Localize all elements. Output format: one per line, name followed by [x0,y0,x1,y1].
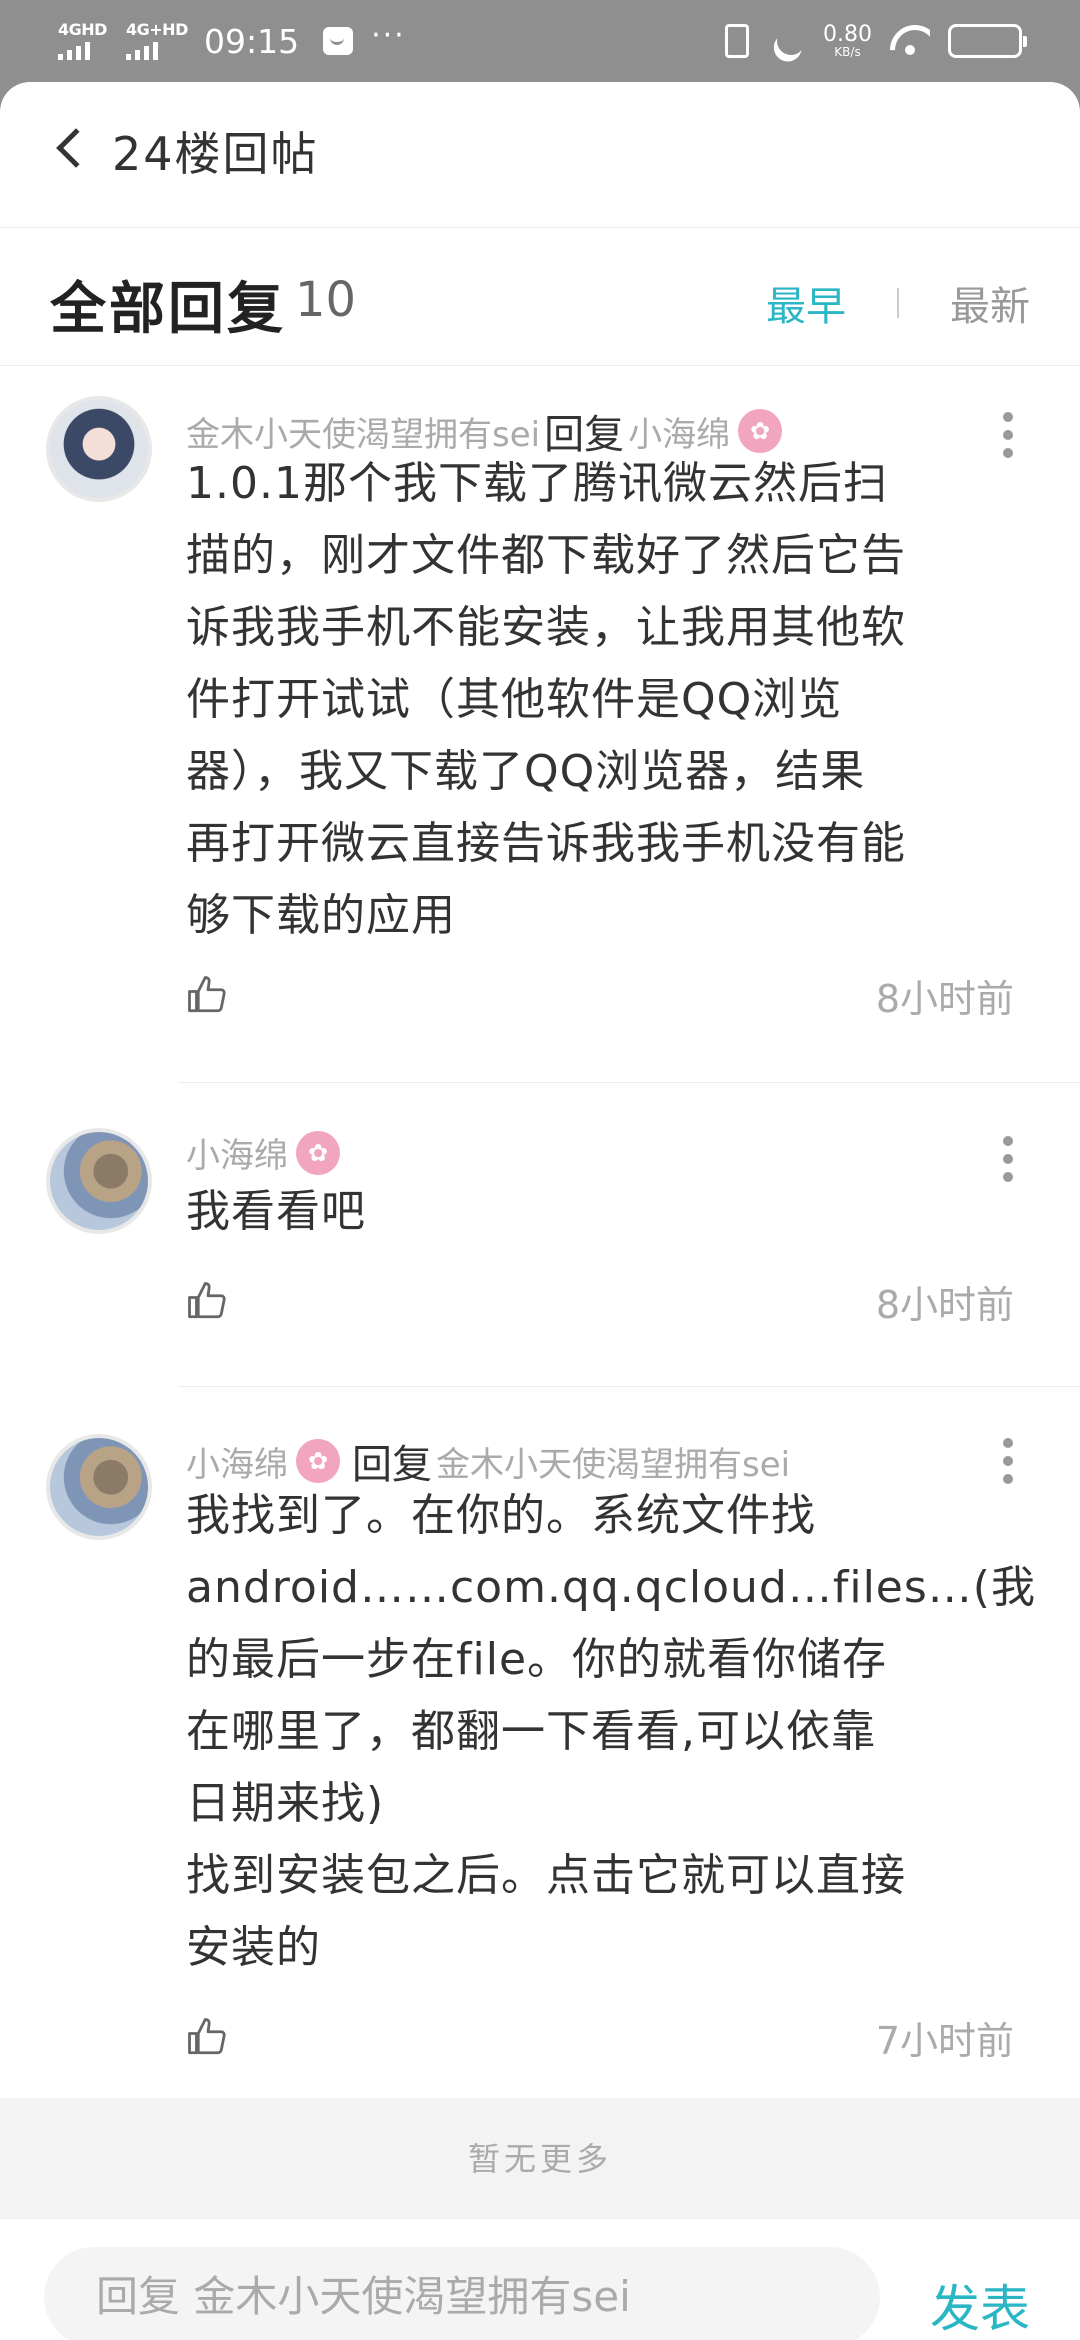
send-button[interactable]: 发表 [930,2269,1030,2340]
reply-content: 我找到了。在你的。系统文件找 android……com.qq.qcloud…fi… [186,1480,1040,1984]
content-line: 描的，刚才文件都下载好了然后它告 [186,530,906,581]
wifi-icon [890,25,930,57]
back-icon[interactable] [56,128,96,168]
reply-sheet: 24楼回帖 全部回复 10 最早 最新 金木小天使渴望拥有sei 回复 小海绵 … [0,82,1080,2340]
sort-divider [897,288,899,318]
top-bar: 24楼回帖 [0,82,1080,228]
content-line: 诉我我手机不能安装，让我用其他软 [186,602,906,653]
content-line: 的最后一步在file。你的就看你储存 [186,1634,888,1685]
reply-item: 小海绵 ✿ 回复 金木小天使渴望拥有sei 我找到了。在你的。系统文件找 and… [0,1388,1080,2098]
vibrate-icon [725,24,750,58]
net-speed: 0.80 KB/s [823,22,872,59]
reply-time: 7小时前 [875,2019,1014,2063]
reply-item: 金木小天使渴望拥有sei 回复 小海绵 ✿ 1.0.1那个我下载了腾讯微云然后扫… [0,366,1080,1084]
replies-header: 全部回复 10 最早 最新 [0,228,1080,366]
signal-label: 4GHD [58,20,107,39]
content-line: 日期来找) [186,1778,385,1829]
avatar[interactable] [46,396,152,502]
signal-icon: 4GHD [58,20,108,62]
content-line: 再打开微云直接告诉我我手机没有能 [186,818,906,869]
reply-target[interactable]: 金木小天使渴望拥有sei [436,1437,790,1486]
content-line: 我看看吧 [186,1186,366,1237]
avatar[interactable] [46,1434,152,1540]
reply-count: 10 [295,272,357,328]
content-line: 安装的 [186,1922,321,1973]
reply-content: 1.0.1那个我下载了腾讯微云然后扫 描的，刚才文件都下载好了然后它告 诉我我手… [186,448,1040,952]
content-line: 够下载的应用 [186,890,456,941]
net-speed-unit: KB/s [834,45,861,59]
no-more-text: 暂无更多 [467,2140,612,2178]
reply-meta: 小海绵 ✿ [186,1128,348,1177]
no-more-banner: 暂无更多 [0,2098,1080,2218]
reply-content: 我看看吧 [186,1176,1040,1248]
content-line: android……com.qq.qcloud…files…(我 [186,1562,1036,1613]
signal-icon: 4G+HD [126,20,188,62]
user-badge-icon: ✿ [296,1439,340,1483]
content-line: 我找到了。在你的。系统文件找 [186,1490,816,1541]
reply-time: 8小时前 [875,1283,1014,1327]
content-line: 器），我又下载了QQ浏览器，结果 [186,746,866,797]
section-title: 全部回复 [50,277,286,342]
reply-input[interactable]: 回复 金木小天使渴望拥有sei [44,2247,880,2340]
content-line: 找到安装包之后。点击它就可以直接 [186,1850,906,1901]
like-icon[interactable] [186,974,228,1016]
user-badge-icon: ✿ [296,1130,340,1175]
like-icon[interactable] [186,1280,228,1322]
content-line: 在哪里了，都翻一下看看,可以依靠 [186,1706,876,1757]
username[interactable]: 小海绵 [186,1128,288,1177]
content-line: 件打开试试（其他软件是QQ浏览 [186,674,843,725]
clock: 09:15 [204,21,300,61]
username[interactable]: 小海绵 [186,1437,288,1486]
bottom-bar: 回复 金木小天使渴望拥有sei 发表 [0,2218,1080,2340]
divider [178,1386,1080,1387]
more-notifications-icon: ··· [371,17,406,53]
avatar[interactable] [46,1128,152,1234]
divider [178,1082,1080,1083]
page-title: 24楼回帖 [112,127,319,181]
signal-label: 4G+HD [126,20,188,39]
moon-icon [772,22,810,60]
reply-time: 8小时前 [875,977,1014,1021]
battery-icon [948,24,1027,58]
message-icon [323,27,354,55]
reply-item: 小海绵 ✿ 我看看吧 8小时前 [0,1084,1080,1388]
net-speed-value: 0.80 [823,22,872,47]
content-line: 1.0.1那个我下载了腾讯微云然后扫 [186,458,888,509]
user-badge-icon: ✿ [738,409,783,453]
status-bar: 4GHD 4G+HD 09:15 ··· 0.80 KB/s [0,0,1080,82]
sort-newest-button[interactable]: 最新 [950,274,1030,332]
sort-earliest-button[interactable]: 最早 [766,274,846,332]
like-icon[interactable] [186,2016,228,2058]
